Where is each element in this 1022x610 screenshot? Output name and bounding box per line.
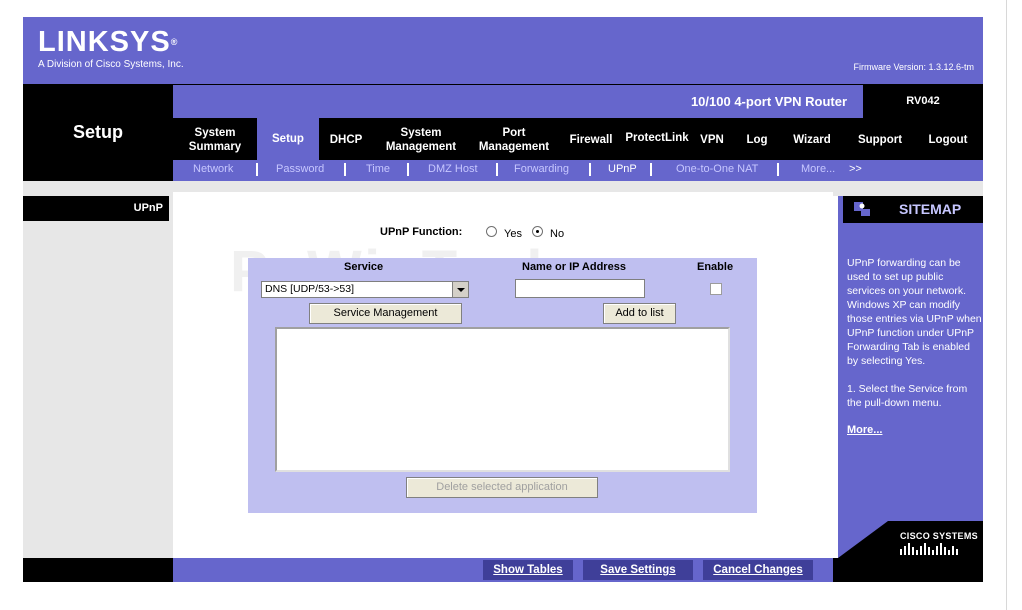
nav-label: Firewall: [569, 134, 613, 146]
section-label: UPnP: [23, 196, 169, 221]
nav-label: DHCP: [329, 134, 363, 146]
brand-registered-mark: ®: [170, 37, 179, 47]
left-column: [23, 181, 173, 558]
footer-bar: Show Tables Save Settings Cancel Changes: [173, 558, 833, 582]
nav-logout[interactable]: Logout: [919, 120, 977, 160]
nav-label: VPN: [700, 134, 724, 146]
header: LINKSYS® A Division of Cisco Systems, In…: [23, 17, 983, 84]
sub-nav: Network Password Time DMZ Host Forwardin…: [173, 160, 983, 181]
nav-system-summary[interactable]: System Summary: [177, 120, 253, 160]
service-select-value: DNS [UDP/53->53]: [265, 283, 354, 295]
upnp-no-label: No: [550, 228, 565, 240]
nav-label: Port Management: [478, 127, 550, 153]
subnav-separator: [407, 163, 409, 176]
sitemap-icon: [854, 202, 870, 216]
brand-subtitle: A Division of Cisco Systems, Inc.: [38, 59, 184, 70]
sitemap-link[interactable]: SITEMAP: [843, 196, 983, 223]
upnp-yes-radio[interactable]: [486, 226, 497, 237]
cisco-logo: CISCO SYSTEMS: [888, 521, 983, 558]
page-title: Setup: [72, 122, 123, 142]
show-tables-button[interactable]: Show Tables: [483, 560, 573, 580]
enable-checkbox[interactable]: [710, 283, 722, 295]
cisco-bars-icon: [900, 543, 958, 555]
nav-system-management[interactable]: System Management: [379, 120, 463, 160]
footer-right: [833, 558, 983, 582]
help-more-link[interactable]: More...: [847, 424, 882, 436]
sitemap-title: SITEMAP: [899, 201, 962, 217]
nav-firewall[interactable]: Firewall: [565, 120, 617, 160]
nav-label: System Summary: [188, 127, 242, 153]
subnav-separator: [344, 163, 346, 176]
subnav-separator: [777, 163, 779, 176]
help-top-spacer: [833, 181, 983, 196]
nav-log[interactable]: Log: [739, 120, 775, 160]
product-bar: 10/100 4-port VPN Router: [173, 85, 863, 118]
nav-label: System Management: [385, 127, 457, 153]
window-edge: [1006, 0, 1022, 610]
service-management-button[interactable]: Service Management: [309, 303, 462, 324]
subnav-upnp[interactable]: UPnP: [608, 163, 637, 175]
subnav-next[interactable]: >>: [849, 163, 862, 175]
col-service: Service: [344, 261, 384, 273]
delete-selected-button[interactable]: Delete selected application: [406, 477, 598, 498]
brand-name: LINKSYS: [38, 26, 171, 58]
nav-label: Setup: [272, 133, 304, 145]
subnav-separator: [496, 163, 498, 176]
col-enable: Enable: [697, 261, 734, 273]
help-panel: SITEMAP UPnP forwarding can be used to s…: [838, 196, 983, 558]
name-ip-input[interactable]: [515, 279, 645, 298]
nav-wizard[interactable]: Wizard: [785, 120, 839, 160]
upnp-yes-label: Yes: [504, 228, 522, 240]
cisco-logo-text: CISCO SYSTEMS: [900, 531, 978, 541]
main-nav: System Summary Setup DHCP System Managem…: [173, 118, 983, 160]
subnav-dmz-host[interactable]: DMZ Host: [428, 163, 478, 175]
subnav-separator: [589, 163, 591, 176]
subnav-separator: [256, 163, 258, 176]
nav-vpn[interactable]: VPN: [695, 120, 729, 160]
nav-setup[interactable]: Setup: [257, 118, 319, 160]
subnav-separator: [650, 163, 652, 176]
linksys-logo: LINKSYS® A Division of Cisco Systems, In…: [38, 27, 184, 70]
cisco-corner-decoration: [838, 521, 888, 558]
subnav-network[interactable]: Network: [193, 163, 233, 175]
footer-left: [23, 558, 173, 582]
nav-protectlink[interactable]: ProtectLink: [623, 118, 691, 158]
nav-label: Support: [857, 134, 903, 146]
nav-label: ProtectLink: [625, 132, 689, 144]
chevron-down-icon[interactable]: [452, 282, 468, 297]
nav-dhcp[interactable]: DHCP: [323, 120, 369, 160]
subnav-password[interactable]: Password: [276, 163, 324, 175]
model-name: RV042: [863, 85, 983, 118]
col-name-ip: Name or IP Address: [522, 261, 626, 273]
add-to-list-button[interactable]: Add to list: [603, 303, 676, 324]
nav-label: Logout: [928, 134, 968, 146]
help-step: 1. Select the Service from the pull-down…: [847, 383, 968, 409]
nav-support[interactable]: Support: [851, 120, 909, 160]
nav-label: Wizard: [793, 134, 831, 146]
product-name: 10/100 4-port VPN Router: [690, 94, 847, 109]
nav-label: Log: [746, 134, 768, 146]
router-admin-page: LINKSYS® A Division of Cisco Systems, In…: [0, 0, 1022, 610]
cancel-changes-button[interactable]: Cancel Changes: [703, 560, 813, 580]
application-list[interactable]: [275, 327, 730, 472]
save-settings-button[interactable]: Save Settings: [583, 560, 693, 580]
subnav-more[interactable]: More...: [801, 163, 835, 175]
firmware-version: Firmware Version: 1.3.12.6-tm: [853, 62, 974, 72]
help-paragraph: UPnP forwarding can be used to set up pu…: [847, 257, 982, 367]
subnav-one-to-one-nat[interactable]: One-to-One NAT: [676, 163, 758, 175]
content-top-spacer: [173, 181, 833, 192]
upnp-no-radio[interactable]: [532, 226, 543, 237]
upnp-function-label: UPnP Function:: [380, 226, 463, 238]
subnav-forwarding[interactable]: Forwarding: [514, 163, 569, 175]
help-text: UPnP forwarding can be used to set up pu…: [847, 256, 982, 410]
subnav-time[interactable]: Time: [366, 163, 390, 175]
service-select[interactable]: DNS [UDP/53->53]: [261, 281, 469, 298]
nav-port-management[interactable]: Port Management: [471, 120, 557, 160]
